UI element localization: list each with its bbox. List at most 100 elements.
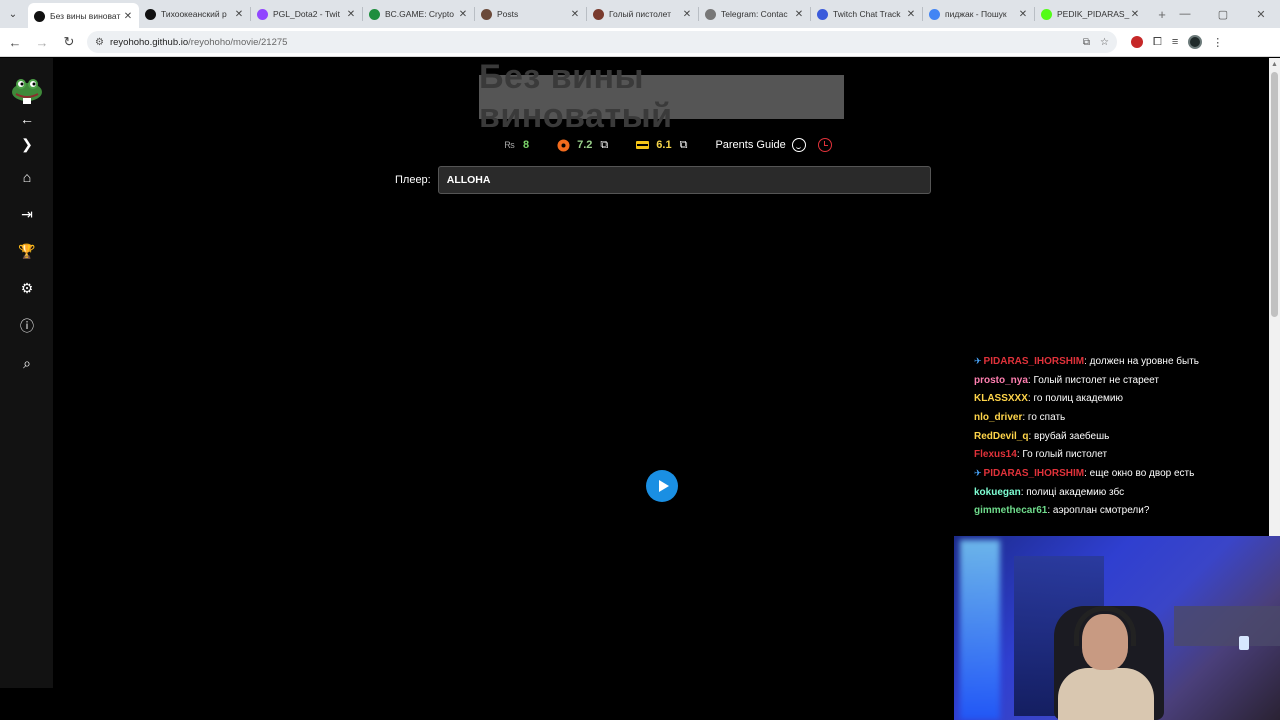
url-host: reyohoho.github.io (109, 36, 189, 48)
toolbar: ← → ↻ ⚙ reyohoho.github.io/reyohoho/movi… (0, 28, 1280, 57)
tab-close-icon[interactable]: ✕ (1130, 9, 1140, 20)
chat-text: : го спать (1022, 411, 1066, 423)
lamp (1239, 636, 1249, 650)
chat-message: RedDevil_q: врубай заебешь (974, 427, 1234, 446)
tab-favicon-icon (34, 10, 45, 22)
tab-strip: ⌄ Без вины виноват ✕ Тихоокеанский р ✕ PGL_D… (0, 0, 1280, 29)
rating-kinopoisk[interactable]: 7.2 ⧉ (557, 139, 608, 152)
browser-tab[interactable]: PEDIK_PIDARAS_I ✕ (1035, 3, 1146, 25)
player-selector: Плеер: ALLOHA (395, 166, 931, 194)
browser-tab[interactable]: Голый пистолет ✕ (587, 3, 698, 25)
chat-message: prosto_nya: Голый пистолет не стареет (974, 371, 1234, 390)
home-icon[interactable]: ⌂ (17, 167, 37, 187)
tab-close-icon[interactable]: ✕ (458, 9, 468, 20)
tab-close-icon[interactable]: ✕ (123, 11, 133, 22)
trophy-icon[interactable]: 🏆 (17, 241, 37, 261)
settings-gear-icon[interactable]: ⚙ (17, 278, 37, 298)
stream-chat-overlay: ✈ PIDARAS_IHORSHIM: должен на уровне быть… (974, 346, 1234, 534)
webcam-overlay (954, 536, 1280, 720)
tab-close-icon[interactable]: ✕ (234, 9, 244, 20)
tab-close-icon[interactable]: ✕ (794, 9, 804, 20)
extension-icon[interactable] (1131, 36, 1143, 48)
chat-username: RedDevil_q (974, 430, 1029, 442)
browser-tab[interactable]: BC.GAME: Crypto ✕ (363, 3, 474, 25)
clock-icon[interactable] (817, 138, 832, 152)
browser-tab[interactable]: Twitch Chat Track ✕ (811, 3, 922, 25)
chat-text: : го полиц академию (1027, 393, 1123, 405)
window-controls: — ▢ ✕ (1166, 0, 1280, 28)
scrollbar-thumb[interactable] (1271, 72, 1278, 317)
browser-tab[interactable]: Posts ✕ (475, 3, 586, 25)
chat-message: KLASSXXX: го полиц академию (974, 389, 1234, 408)
player-dropdown[interactable]: ALLOHA (437, 166, 931, 194)
chat-text: : Голый пистолет не стареет (1027, 374, 1159, 386)
reload-icon[interactable]: ↻ (57, 30, 81, 54)
back-arrow-icon[interactable]: ← (17, 109, 37, 129)
tab-close-icon[interactable]: ✕ (346, 9, 356, 20)
rating-value: 7.2 (577, 139, 593, 151)
browser-tab[interactable]: Telegram: Contac ✕ (699, 3, 810, 25)
smiley-icon[interactable] (791, 138, 806, 152)
chat-text: : врубай заебешь (1028, 430, 1110, 442)
pin-badge-icon: ✈ (974, 355, 982, 366)
install-app-icon[interactable]: ⧉ (1083, 37, 1090, 48)
minimize-icon[interactable]: — (1166, 0, 1204, 28)
browser-tab[interactable]: Тихоокеанский р ✕ (139, 3, 250, 25)
tab-close-icon[interactable]: ✕ (570, 9, 580, 20)
chat-username: PIDARAS_IHORSHIM (983, 467, 1085, 479)
search-icon[interactable]: ⌕ (17, 353, 37, 373)
address-bar[interactable]: ⚙ reyohoho.github.io/reyohoho/movie/2127… (87, 31, 1117, 53)
back-icon[interactable]: ← (3, 30, 27, 54)
rating-value: 8 (523, 139, 530, 151)
tab-favicon-icon (1041, 8, 1052, 20)
tab-close-icon[interactable]: ✕ (906, 9, 916, 20)
kinopoisk-icon (557, 139, 570, 152)
forward-chevron-icon[interactable]: ❯ (17, 134, 37, 154)
login-icon[interactable]: ⇥ (17, 204, 37, 224)
tab-title: PGL_Dota2 - Twit (273, 9, 340, 19)
sidebar: ← ❯ ⌂ ⇥ 🏆 ⚙ ⓘ ⌕ (0, 58, 53, 688)
movie-title: Без вины виноватый (479, 58, 844, 135)
close-window-icon[interactable]: ✕ (1242, 0, 1280, 28)
tab-favicon-icon (369, 8, 380, 20)
forward-icon[interactable]: → (30, 30, 54, 54)
tab-title: Posts (497, 9, 519, 19)
tab-title: PEDIK_PIDARAS_I (1057, 9, 1130, 19)
tab-close-icon[interactable]: ✕ (682, 9, 692, 20)
bookmark-star-icon[interactable]: ☆ (1100, 37, 1109, 48)
maximize-icon[interactable]: ▢ (1204, 0, 1242, 28)
chat-message: kokuegan: полиці академию збс (974, 483, 1234, 502)
chat-text: : аэроплан смотрели? (1047, 505, 1150, 517)
scroll-up-icon[interactable]: ▲ (1271, 61, 1278, 68)
chat-text: : полиці академию збс (1020, 486, 1125, 498)
media-control-icon[interactable]: ≡ (1172, 36, 1178, 48)
url-path: /reyohoho/movie/21275 (188, 36, 288, 48)
tab-favicon-icon (929, 8, 940, 20)
extensions-puzzle-icon[interactable]: ⧠ (1153, 36, 1162, 49)
external-link-icon[interactable]: ⧉ (680, 139, 688, 152)
browser-tab[interactable]: PGL_Dota2 - Twit ✕ (251, 3, 362, 25)
browser-tab[interactable]: пиджак - Пошук ✕ (923, 3, 1034, 25)
site-info-icon[interactable]: ⚙ (95, 37, 104, 48)
tab-list: Без вины виноват ✕ Тихоокеанский р ✕ PGL_Dot… (28, 0, 1146, 29)
external-link-icon[interactable]: ⧉ (600, 139, 608, 152)
browser-menu-icon[interactable]: ⋮ (1212, 36, 1223, 49)
parents-guide-link[interactable]: Parents Guide (715, 139, 785, 151)
profile-avatar[interactable] (1188, 35, 1203, 49)
streamer-body (1058, 668, 1154, 720)
site-logo[interactable] (10, 74, 44, 104)
tab-search-chevron-icon[interactable]: ⌄ (4, 5, 22, 23)
info-icon[interactable]: ⓘ (17, 316, 37, 336)
tab-favicon-icon (481, 8, 492, 20)
rating-imdb[interactable]: 6.1 ⧉ (636, 139, 687, 152)
ratings-bar: ₨ 8 7.2 ⧉ 6.1 ⧉ Parents Guide (503, 136, 832, 154)
chat-username: nlo_driver (974, 411, 1023, 423)
rating-rezka: ₨ 8 (503, 139, 529, 152)
play-button[interactable] (646, 470, 678, 502)
tab-close-icon[interactable]: ✕ (1018, 9, 1028, 20)
browser-tab[interactable]: Без вины виноват ✕ (28, 3, 139, 29)
tab-title: Без вины виноват (50, 11, 121, 21)
tab-title: Голый пистолет (609, 9, 671, 19)
chat-username: PIDARAS_IHORSHIM (983, 355, 1085, 367)
tab-title: Twitch Chat Track (833, 9, 901, 19)
